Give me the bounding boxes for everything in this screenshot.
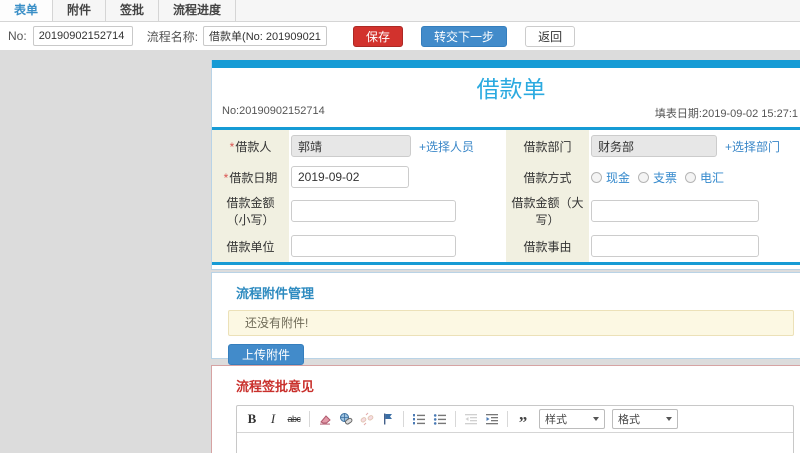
unlink-icon[interactable] xyxy=(358,410,376,428)
back-button[interactable]: 返回 xyxy=(525,25,576,47)
tab-bar: 表单 附件 签批 流程进度 xyxy=(0,0,800,22)
tab-attachments[interactable]: 附件 xyxy=(53,0,107,21)
attachments-heading: 流程附件管理 xyxy=(236,286,315,301)
required-asterisk: * xyxy=(229,139,235,154)
borrow-method-label: 借款方式 xyxy=(506,162,589,192)
numbered-list-icon[interactable] xyxy=(410,410,428,428)
form-title: 借款单 xyxy=(476,76,546,102)
main-content: 借款单 No:20190902152714 填表日期:2019-09-02 15… xyxy=(211,50,800,453)
command-bar: No: 流程名称: 保存 转交下一步 返回 xyxy=(0,22,800,50)
italic-icon[interactable]: I xyxy=(264,410,282,428)
toolbar-separator xyxy=(507,411,508,427)
rich-text-editor: B I abc ” 样式 格式 xyxy=(236,405,794,453)
borrow-unit-label: 借款单位 xyxy=(212,230,289,262)
no-label: No: xyxy=(8,29,27,43)
select-person-link[interactable]: +选择人员 xyxy=(419,138,474,155)
outdent-icon[interactable] xyxy=(462,410,480,428)
styles-dropdown[interactable]: 样式 xyxy=(539,409,605,429)
bold-icon[interactable]: B xyxy=(243,410,261,428)
panel-accent-bar xyxy=(212,60,800,68)
cash-radio[interactable] xyxy=(591,171,602,183)
bulleted-list-icon[interactable] xyxy=(431,410,449,428)
chevron-down-icon xyxy=(593,417,599,421)
anchor-flag-icon[interactable] xyxy=(379,410,397,428)
borrower-label: *借款人 xyxy=(212,130,289,162)
amount-lowercase-input[interactable] xyxy=(291,200,456,222)
toolbar-separator xyxy=(455,411,456,427)
attachments-panel: 流程附件管理 还没有附件! 上传附件 xyxy=(211,272,800,365)
chevron-down-icon xyxy=(666,417,672,421)
indent-icon[interactable] xyxy=(483,410,501,428)
approval-heading: 流程签批意见 xyxy=(236,379,315,394)
select-department-link[interactable]: +选择部门 xyxy=(725,138,780,155)
tab-process-progress[interactable]: 流程进度 xyxy=(159,0,237,21)
toolbar-separator xyxy=(403,411,404,427)
no-attachments-alert: 还没有附件! xyxy=(228,310,794,336)
forward-next-step-button[interactable]: 转交下一步 xyxy=(421,25,508,47)
loan-form-panel: 借款单 No:20190902152714 填表日期:2019-09-02 15… xyxy=(211,60,800,270)
cheque-radio-label[interactable]: 支票 xyxy=(653,169,677,186)
wire-transfer-radio[interactable] xyxy=(685,171,697,183)
remove-format-icon[interactable] xyxy=(316,410,334,428)
flow-name-label: 流程名称: xyxy=(146,29,199,44)
toolbar-separator xyxy=(309,411,310,427)
borrow-date-input[interactable] xyxy=(291,166,409,188)
format-dropdown[interactable]: 格式 xyxy=(612,409,678,429)
flow-name-input[interactable] xyxy=(203,26,328,46)
wire-transfer-radio-label[interactable]: 电汇 xyxy=(700,169,724,186)
amount-lowercase-label: 借款金额（小写） xyxy=(212,192,289,230)
strikethrough-icon[interactable]: abc xyxy=(285,410,303,428)
top-bar: 表单 附件 签批 流程进度 No: 流程名称: 保存 转交下一步 返回 xyxy=(0,0,800,50)
borrow-unit-input[interactable] xyxy=(291,235,456,257)
approval-panel: 流程签批意见 B I abc ” 样式 格式 xyxy=(211,365,800,453)
amount-uppercase-label: 借款金额（大写） xyxy=(506,192,589,230)
required-asterisk: * xyxy=(223,170,229,185)
tab-approval[interactable]: 签批 xyxy=(106,0,160,21)
borrower-input xyxy=(291,135,411,157)
borrow-department-label: 借款部门 xyxy=(506,130,589,162)
tab-form[interactable]: 表单 xyxy=(0,0,54,21)
amount-uppercase-input[interactable] xyxy=(591,200,759,222)
cheque-radio[interactable] xyxy=(638,171,650,183)
no-input[interactable] xyxy=(32,26,133,46)
borrow-reason-label: 借款事由 xyxy=(506,230,589,262)
editor-toolbar: B I abc ” 样式 格式 xyxy=(237,406,793,433)
form-table: *借款人 +选择人员 借款部门 +选择部门 *借款日期 借款方式 xyxy=(212,127,800,265)
borrow-department-input xyxy=(591,135,717,157)
cash-radio-label[interactable]: 现金 xyxy=(606,169,630,186)
borrow-reason-input[interactable] xyxy=(591,235,759,257)
save-button[interactable]: 保存 xyxy=(353,25,404,47)
borrow-date-label: *借款日期 xyxy=(212,162,289,192)
editor-content-area[interactable] xyxy=(237,433,793,453)
document-number: No:20190902152714 xyxy=(222,105,325,117)
blockquote-icon[interactable]: ” xyxy=(514,410,532,431)
fill-date: 填表日期:2019-09-02 15:27:1 xyxy=(654,108,798,120)
upload-attachment-button[interactable]: 上传附件 xyxy=(228,344,305,365)
link-icon[interactable] xyxy=(337,410,355,428)
